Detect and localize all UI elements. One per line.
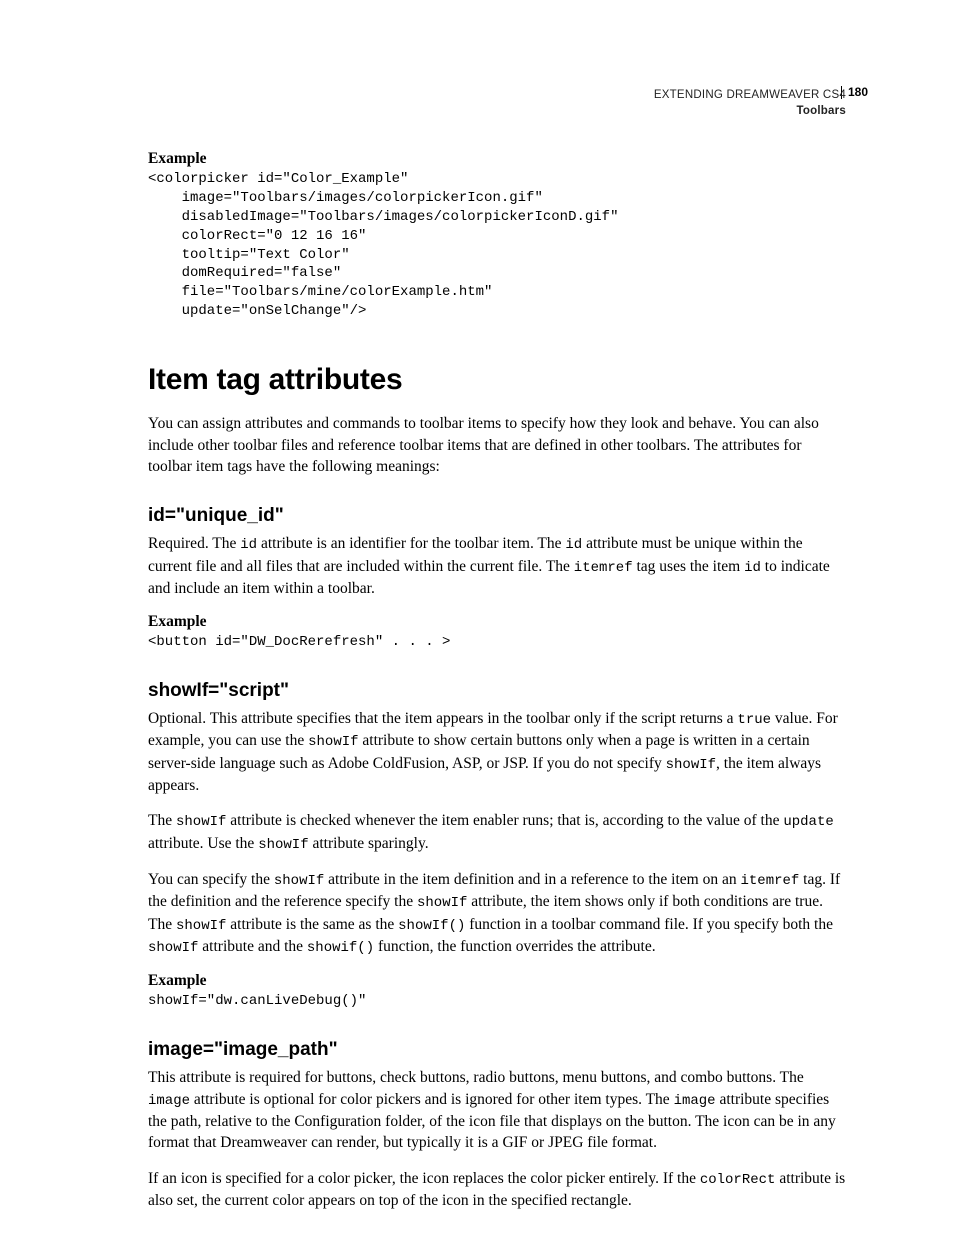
- code-block: <colorpicker id="Color_Example" image="T…: [148, 170, 846, 321]
- text: function, the function overrides the att…: [374, 938, 656, 955]
- text: function in a toolbar command file. If y…: [465, 916, 833, 933]
- code-inline: id: [240, 537, 257, 553]
- text: Optional. This attribute specifies that …: [148, 710, 737, 727]
- code-inline: showIf: [274, 873, 324, 889]
- code-inline: showIf: [308, 734, 358, 750]
- text: The: [148, 812, 176, 829]
- text: attribute is optional for color pickers …: [190, 1091, 674, 1108]
- code-block: showIf="dw.canLiveDebug()": [148, 992, 846, 1011]
- code-inline: showif(): [307, 940, 374, 956]
- image-paragraph-1: This attribute is required for buttons, …: [148, 1067, 846, 1153]
- heading-showif: showIf="script": [148, 680, 846, 702]
- running-header: EXTENDING DREAMWEAVER CS4 Toolbars: [654, 88, 846, 119]
- text: attribute sparingly.: [309, 835, 429, 852]
- text: This attribute is required for buttons, …: [148, 1069, 804, 1086]
- code-inline: showIf: [176, 918, 226, 934]
- image-paragraph-2: If an icon is specified for a color pick…: [148, 1168, 846, 1212]
- code-inline: image: [148, 1093, 190, 1109]
- code-inline: showIf: [176, 814, 226, 830]
- code-inline: itemref: [574, 560, 633, 576]
- heading-id: id="unique_id": [148, 505, 846, 527]
- code-inline: showIf(): [398, 918, 465, 934]
- intro-paragraph: You can assign attributes and commands t…: [148, 413, 846, 477]
- code-inline: showIf: [417, 895, 467, 911]
- code-inline: id: [744, 560, 761, 576]
- id-paragraph: Required. The id attribute is an identif…: [148, 533, 846, 599]
- text: You can specify the: [148, 871, 274, 888]
- code-inline: true: [737, 712, 771, 728]
- heading-item-tag-attributes: Item tag attributes: [148, 363, 846, 397]
- text: tag uses the item: [633, 558, 745, 575]
- text: attribute and the: [198, 938, 306, 955]
- showif-paragraph-1: Optional. This attribute specifies that …: [148, 708, 846, 796]
- showif-paragraph-2: The showIf attribute is checked whenever…: [148, 810, 846, 855]
- text: attribute. Use the: [148, 835, 258, 852]
- text: attribute is an identifier for the toolb…: [257, 535, 565, 552]
- page: 180 EXTENDING DREAMWEAVER CS4 Toolbars E…: [0, 0, 954, 1235]
- example-label: Example: [148, 150, 846, 168]
- code-inline: itemref: [740, 873, 799, 889]
- book-title: EXTENDING DREAMWEAVER CS4: [654, 89, 846, 101]
- example-label: Example: [148, 972, 846, 990]
- code-inline: showIf: [148, 940, 198, 956]
- text: attribute in the item definition and in …: [324, 871, 740, 888]
- example-label: Example: [148, 613, 846, 631]
- code-block: <button id="DW_DocRerefresh" . . . >: [148, 633, 846, 652]
- code-inline: showIf: [258, 837, 308, 853]
- content: Example <colorpicker id="Color_Example" …: [148, 150, 846, 1211]
- code-inline: id: [565, 537, 582, 553]
- text: attribute is checked whenever the item e…: [226, 812, 783, 829]
- code-inline: colorRect: [700, 1172, 776, 1188]
- heading-image: image="image_path": [148, 1039, 846, 1061]
- text: Required. The: [148, 535, 240, 552]
- showif-paragraph-3: You can specify the showIf attribute in …: [148, 869, 846, 958]
- text: If an icon is specified for a color pick…: [148, 1170, 700, 1187]
- code-inline: showIf: [666, 757, 716, 773]
- section-title: Toolbars: [796, 105, 846, 117]
- text: attribute is the same as the: [226, 916, 398, 933]
- code-inline: update: [783, 814, 833, 830]
- code-inline: image: [674, 1093, 716, 1109]
